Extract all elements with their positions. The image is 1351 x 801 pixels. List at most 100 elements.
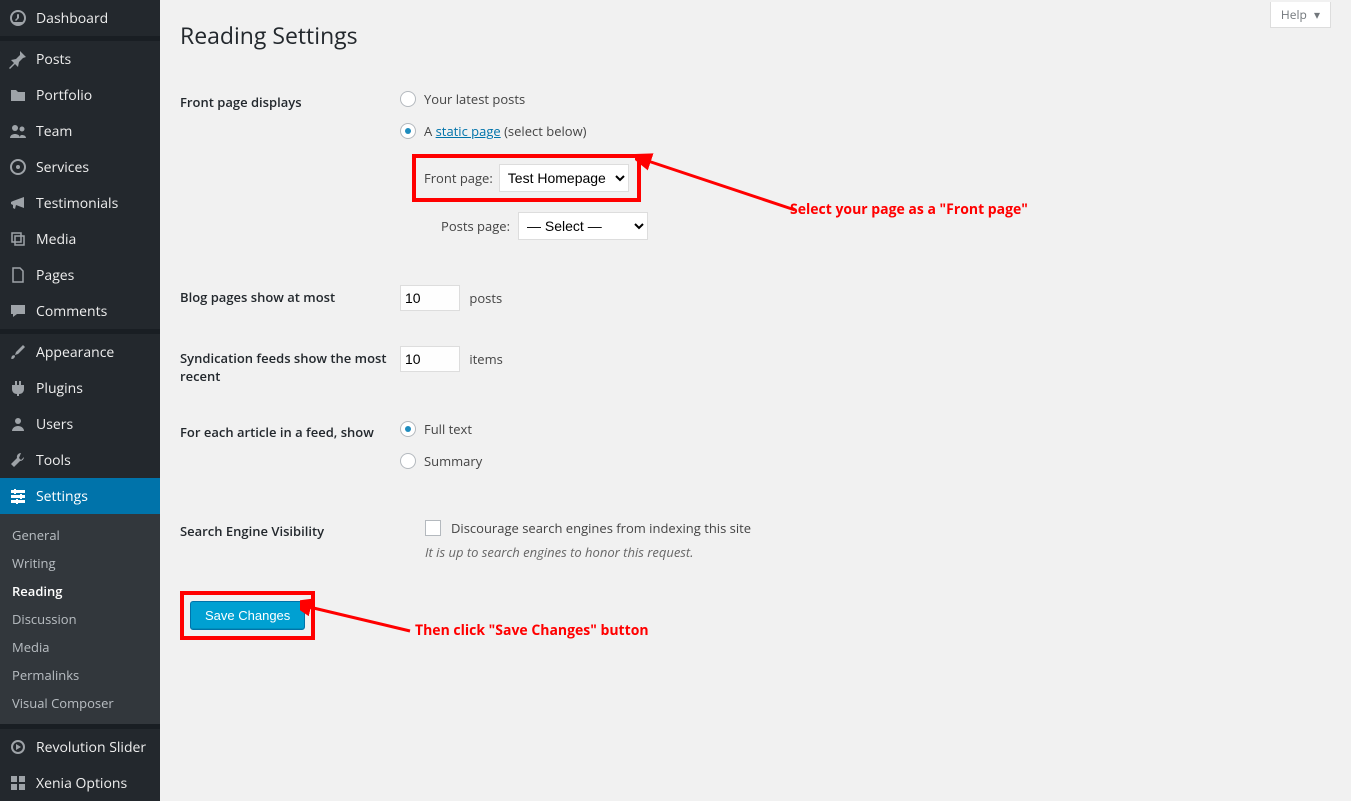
menu-dashboard[interactable]: Dashboard (0, 0, 160, 36)
menu-label: Portfolio (36, 86, 92, 105)
menu-media[interactable]: Media (0, 221, 160, 257)
page-title: Reading Settings (180, 10, 1331, 55)
annotation-highlight-save: Save Changes (180, 591, 315, 640)
search-visibility-note: It is up to search engines to honor this… (425, 543, 1331, 561)
syndication-input[interactable] (400, 346, 460, 372)
radio-summary[interactable]: Summary (400, 452, 1331, 470)
menu-users[interactable]: Users (0, 406, 160, 442)
main-content: Help ▾ Reading Settings Front page displ… (160, 0, 1351, 801)
label-blog-pages: Blog pages show at most (180, 285, 400, 306)
menu-label: Users (36, 415, 73, 434)
label-syndication: Syndication feeds show the most recent (180, 346, 400, 385)
menu-comments[interactable]: Comments (0, 293, 160, 329)
tools-icon (8, 450, 28, 470)
menu-label: Tools (36, 451, 71, 470)
annotation-arrow (300, 591, 420, 641)
annotation-arrow (635, 150, 805, 220)
menu-label: Posts (36, 50, 71, 69)
posts-page-select[interactable]: — Select — (518, 212, 648, 240)
menu-plugins[interactable]: Plugins (0, 370, 160, 406)
settings-icon (8, 486, 28, 506)
radio-full-text[interactable]: Full text (400, 420, 1331, 438)
menu-settings[interactable]: Settings (0, 478, 160, 514)
pin-icon (8, 49, 28, 69)
portfolio-icon (8, 85, 28, 105)
submenu-media[interactable]: Media (0, 633, 160, 661)
menu-posts[interactable]: Posts (0, 41, 160, 77)
radio-label: Your latest posts (424, 90, 525, 108)
radio-icon (400, 453, 416, 469)
services-icon (8, 157, 28, 177)
dashboard-icon (8, 8, 28, 28)
submenu-permalinks[interactable]: Permalinks (0, 661, 160, 689)
revslider-icon (8, 737, 28, 757)
unit-text: items (469, 350, 502, 368)
annotation-highlight-front-page: Front page: Test Homepage (412, 154, 641, 202)
menu-label: Testimonials (36, 194, 118, 213)
submenu-reading[interactable]: Reading (0, 577, 160, 605)
front-page-sublabel: Front page: (424, 169, 493, 187)
radio-label: Summary (424, 452, 482, 470)
team-icon (8, 121, 28, 141)
label-article-feed: For each article in a feed, show (180, 420, 400, 441)
radio-label: Full text (424, 420, 472, 438)
menu-label: Appearance (36, 343, 114, 362)
chevron-down-icon: ▾ (1314, 6, 1320, 23)
menu-services[interactable]: Services (0, 149, 160, 185)
megaphone-icon (8, 193, 28, 213)
checkbox-icon (425, 520, 441, 536)
comments-icon (8, 301, 28, 321)
label-search-visibility: Search Engine Visibility (180, 519, 400, 540)
radio-icon (400, 421, 416, 437)
front-page-select[interactable]: Test Homepage (499, 164, 629, 192)
annotation-text-save: Then click "Save Changes" button (415, 621, 649, 640)
menu-appearance[interactable]: Appearance (0, 334, 160, 370)
help-label: Help (1281, 6, 1307, 23)
annotation-text-select: Select your page as a "Front page" (790, 200, 1028, 219)
save-changes-button[interactable]: Save Changes (190, 601, 305, 630)
text: A (424, 122, 436, 140)
unit-text: posts (469, 289, 502, 307)
text: (select below) (501, 122, 587, 140)
static-page-link[interactable]: static page (436, 122, 501, 140)
menu-label: Settings (36, 487, 88, 506)
submenu-discussion[interactable]: Discussion (0, 605, 160, 633)
media-icon (8, 229, 28, 249)
menu-portfolio[interactable]: Portfolio (0, 77, 160, 113)
radio-icon (400, 123, 416, 139)
pages-icon (8, 265, 28, 285)
menu-team[interactable]: Team (0, 113, 160, 149)
menu-tools[interactable]: Tools (0, 442, 160, 478)
menu-label: Services (36, 158, 89, 177)
submenu-writing[interactable]: Writing (0, 549, 160, 577)
discourage-checkbox-row[interactable]: Discourage search engines from indexing … (425, 519, 1331, 537)
radio-icon (400, 91, 416, 107)
radio-static-page[interactable]: A static page (select below) (400, 122, 1331, 140)
xenia-icon (8, 773, 28, 793)
menu-label: Pages (36, 266, 74, 285)
menu-pages[interactable]: Pages (0, 257, 160, 293)
menu-label: Comments (36, 302, 107, 321)
posts-page-sublabel: Posts page: (420, 217, 510, 235)
radio-latest-posts[interactable]: Your latest posts (400, 90, 1331, 108)
label-front-page-displays: Front page displays (180, 90, 400, 111)
admin-sidebar: Dashboard Posts Portfolio Team Services … (0, 0, 160, 801)
menu-label: Dashboard (36, 9, 108, 28)
users-icon (8, 414, 28, 434)
submenu-visual-composer[interactable]: Visual Composer (0, 689, 160, 717)
menu-label: Plugins (36, 379, 83, 398)
brush-icon (8, 342, 28, 362)
menu-label: Revolution Slider (36, 738, 146, 757)
settings-submenu: General Writing Reading Discussion Media… (0, 514, 160, 724)
submenu-general[interactable]: General (0, 521, 160, 549)
help-tab[interactable]: Help ▾ (1270, 2, 1331, 28)
menu-testimonials[interactable]: Testimonials (0, 185, 160, 221)
menu-label: Team (36, 122, 72, 141)
menu-revslider[interactable]: Revolution Slider (0, 729, 160, 765)
checkbox-label: Discourage search engines from indexing … (451, 519, 751, 537)
blog-pages-input[interactable] (400, 285, 460, 311)
menu-label: Media (36, 230, 76, 249)
menu-xenia[interactable]: Xenia Options (0, 765, 160, 801)
radio-label: A static page (select below) (424, 122, 587, 140)
plugin-icon (8, 378, 28, 398)
